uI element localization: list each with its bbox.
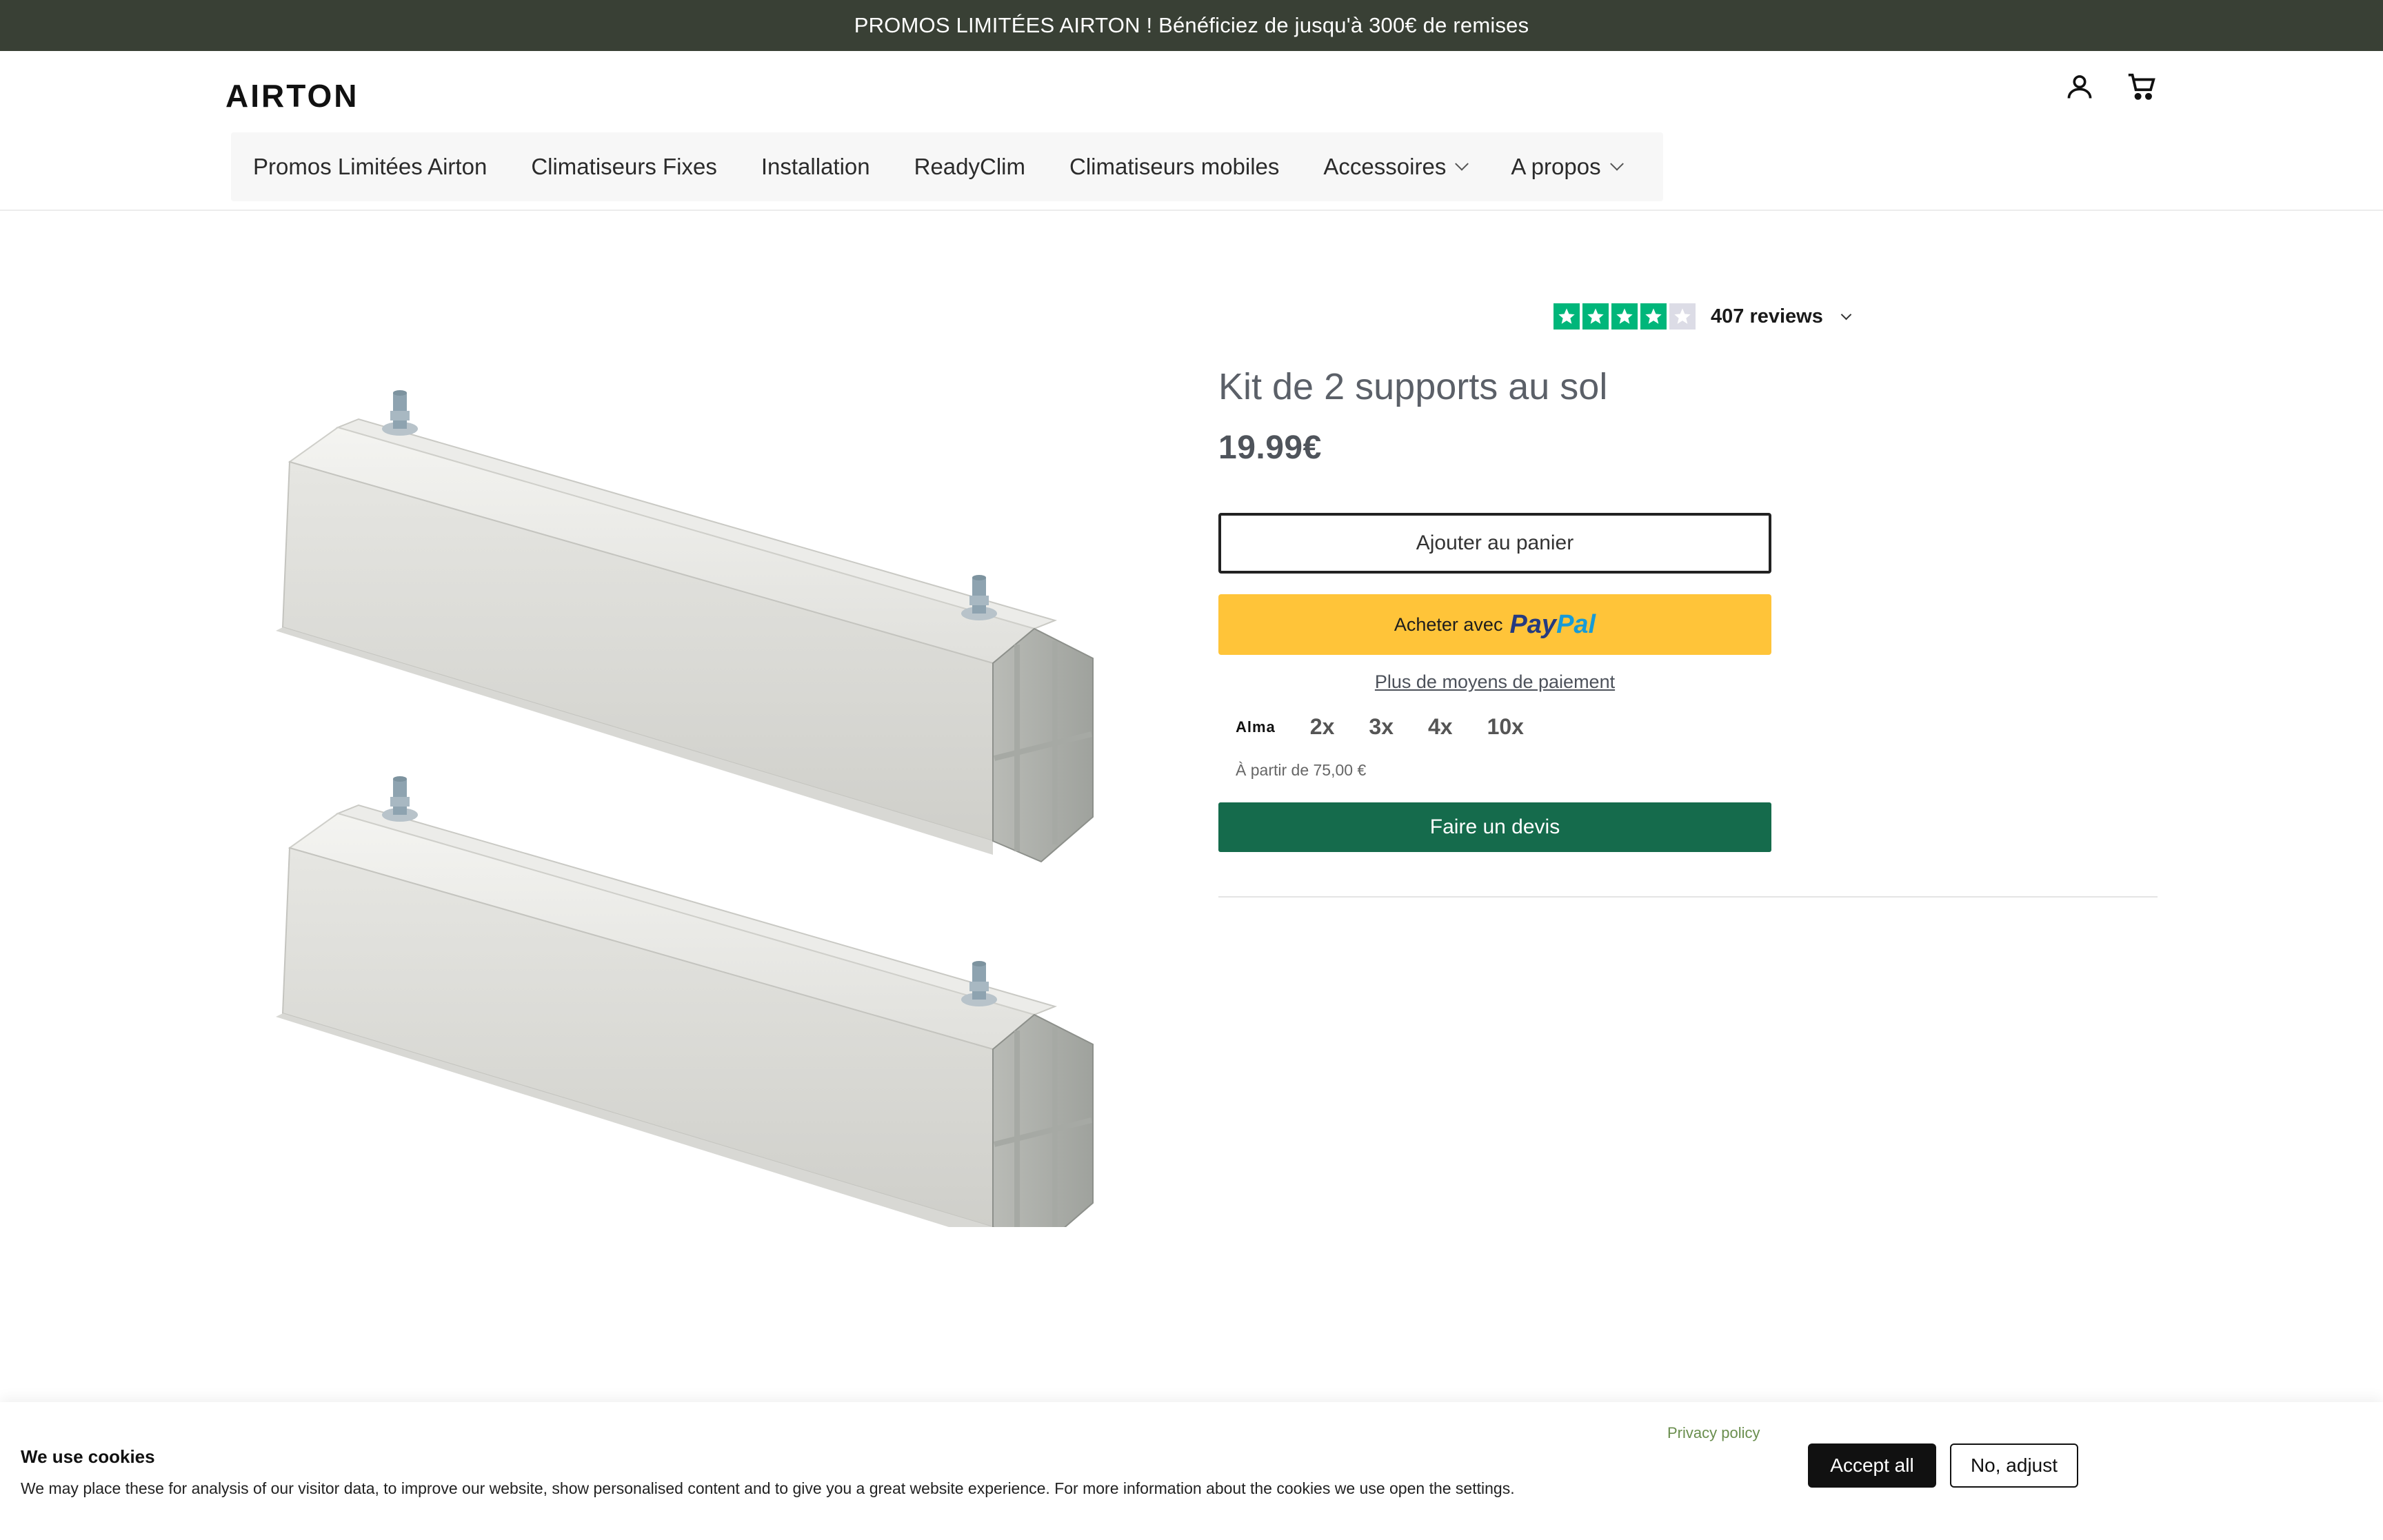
- alma-option-4x[interactable]: 4x: [1428, 714, 1453, 740]
- adjust-cookies-button[interactable]: No, adjust: [1950, 1443, 2078, 1488]
- chevron-down-icon: [1609, 156, 1624, 171]
- chevron-down-icon: [1840, 309, 1852, 320]
- divider: [1218, 896, 2158, 898]
- add-to-cart-button[interactable]: Ajouter au panier: [1218, 513, 1771, 574]
- accept-all-button[interactable]: Accept all: [1808, 1443, 1936, 1488]
- nav-label: Installation: [761, 154, 870, 179]
- paypal-logo-part: Pay: [1509, 609, 1557, 639]
- nav-label: Promos Limitées Airton: [253, 154, 487, 179]
- nav-item-readyclim[interactable]: ReadyClim: [892, 154, 1047, 180]
- cookie-banner: We use cookies We may place these for an…: [0, 1402, 2383, 1540]
- star-icon: [1582, 303, 1609, 330]
- alma-logo: Alma: [1236, 718, 1276, 736]
- main-nav: Promos Limitées Airton Climatiseurs Fixe…: [231, 132, 1663, 201]
- nav-item-a-propos[interactable]: A propos: [1489, 154, 1643, 180]
- nav-item-accessoires[interactable]: Accessoires: [1301, 154, 1489, 180]
- paypal-button[interactable]: Acheter avec PayPal: [1218, 594, 1771, 655]
- nav-item-climatiseurs-mobiles[interactable]: Climatiseurs mobiles: [1047, 154, 1301, 180]
- cart-icon[interactable]: [2125, 70, 2158, 103]
- paypal-logo-part: Pal: [1556, 609, 1596, 639]
- announcement-bar: PROMOS LIMITÉES AIRTON ! Bénéficiez de j…: [0, 0, 2383, 51]
- alma-option-10x[interactable]: 10x: [1487, 714, 1524, 740]
- reviews-count: 407 reviews: [1711, 305, 1823, 327]
- request-quote-button[interactable]: Faire un devis: [1218, 802, 1771, 852]
- trustpilot-reviews[interactable]: 407 reviews: [1554, 303, 1852, 330]
- nav-label: Climatiseurs Fixes: [531, 154, 717, 179]
- product-image[interactable]: [262, 358, 1117, 1227]
- alma-option-3x[interactable]: 3x: [1369, 714, 1394, 740]
- star-icon: [1640, 303, 1667, 330]
- chevron-down-icon: [1455, 156, 1469, 171]
- cookie-title: We use cookies: [21, 1446, 155, 1467]
- more-payment-link[interactable]: Plus de moyens de paiement: [1218, 671, 1771, 693]
- account-icon[interactable]: [2063, 70, 2096, 103]
- cookie-text: We may place these for analysis of our v…: [21, 1479, 1515, 1497]
- alma-note: À partir de 75,00 €: [1236, 761, 1367, 779]
- star-empty-icon: [1669, 303, 1696, 330]
- paypal-prefix: Acheter avec: [1394, 614, 1503, 635]
- airton-logo[interactable]: AIRTON: [225, 77, 359, 114]
- privacy-policy-link[interactable]: Privacy policy: [1667, 1424, 1760, 1442]
- header-icons: [2063, 70, 2158, 103]
- nav-item-installation[interactable]: Installation: [739, 154, 892, 180]
- alma-installments: Alma 2x 3x 4x 10x: [1236, 714, 1524, 740]
- nav-label: Climatiseurs mobiles: [1069, 154, 1280, 179]
- nav-label: ReadyClim: [914, 154, 1025, 179]
- logo-text: AIRTON: [225, 78, 359, 114]
- nav-item-climatiseurs-fixes[interactable]: Climatiseurs Fixes: [509, 154, 739, 180]
- nav-label: A propos: [1511, 154, 1601, 179]
- nav-item-promos[interactable]: Promos Limitées Airton: [250, 154, 509, 180]
- announcement-text: PROMOS LIMITÉES AIRTON ! Bénéficiez de j…: [854, 13, 1529, 37]
- product-title: Kit de 2 supports au sol: [1218, 366, 1608, 407]
- paypal-logo: PayPal: [1509, 610, 1596, 640]
- rating-stars: [1554, 303, 1696, 330]
- site-header: AIRTON Promos Limitées Airton Climatiseu…: [0, 51, 2383, 211]
- nav-label: Accessoires: [1323, 154, 1447, 179]
- alma-option-2x[interactable]: 2x: [1310, 714, 1335, 740]
- star-icon: [1611, 303, 1638, 330]
- star-icon: [1554, 303, 1580, 330]
- product-price: 19.99€: [1218, 429, 1322, 466]
